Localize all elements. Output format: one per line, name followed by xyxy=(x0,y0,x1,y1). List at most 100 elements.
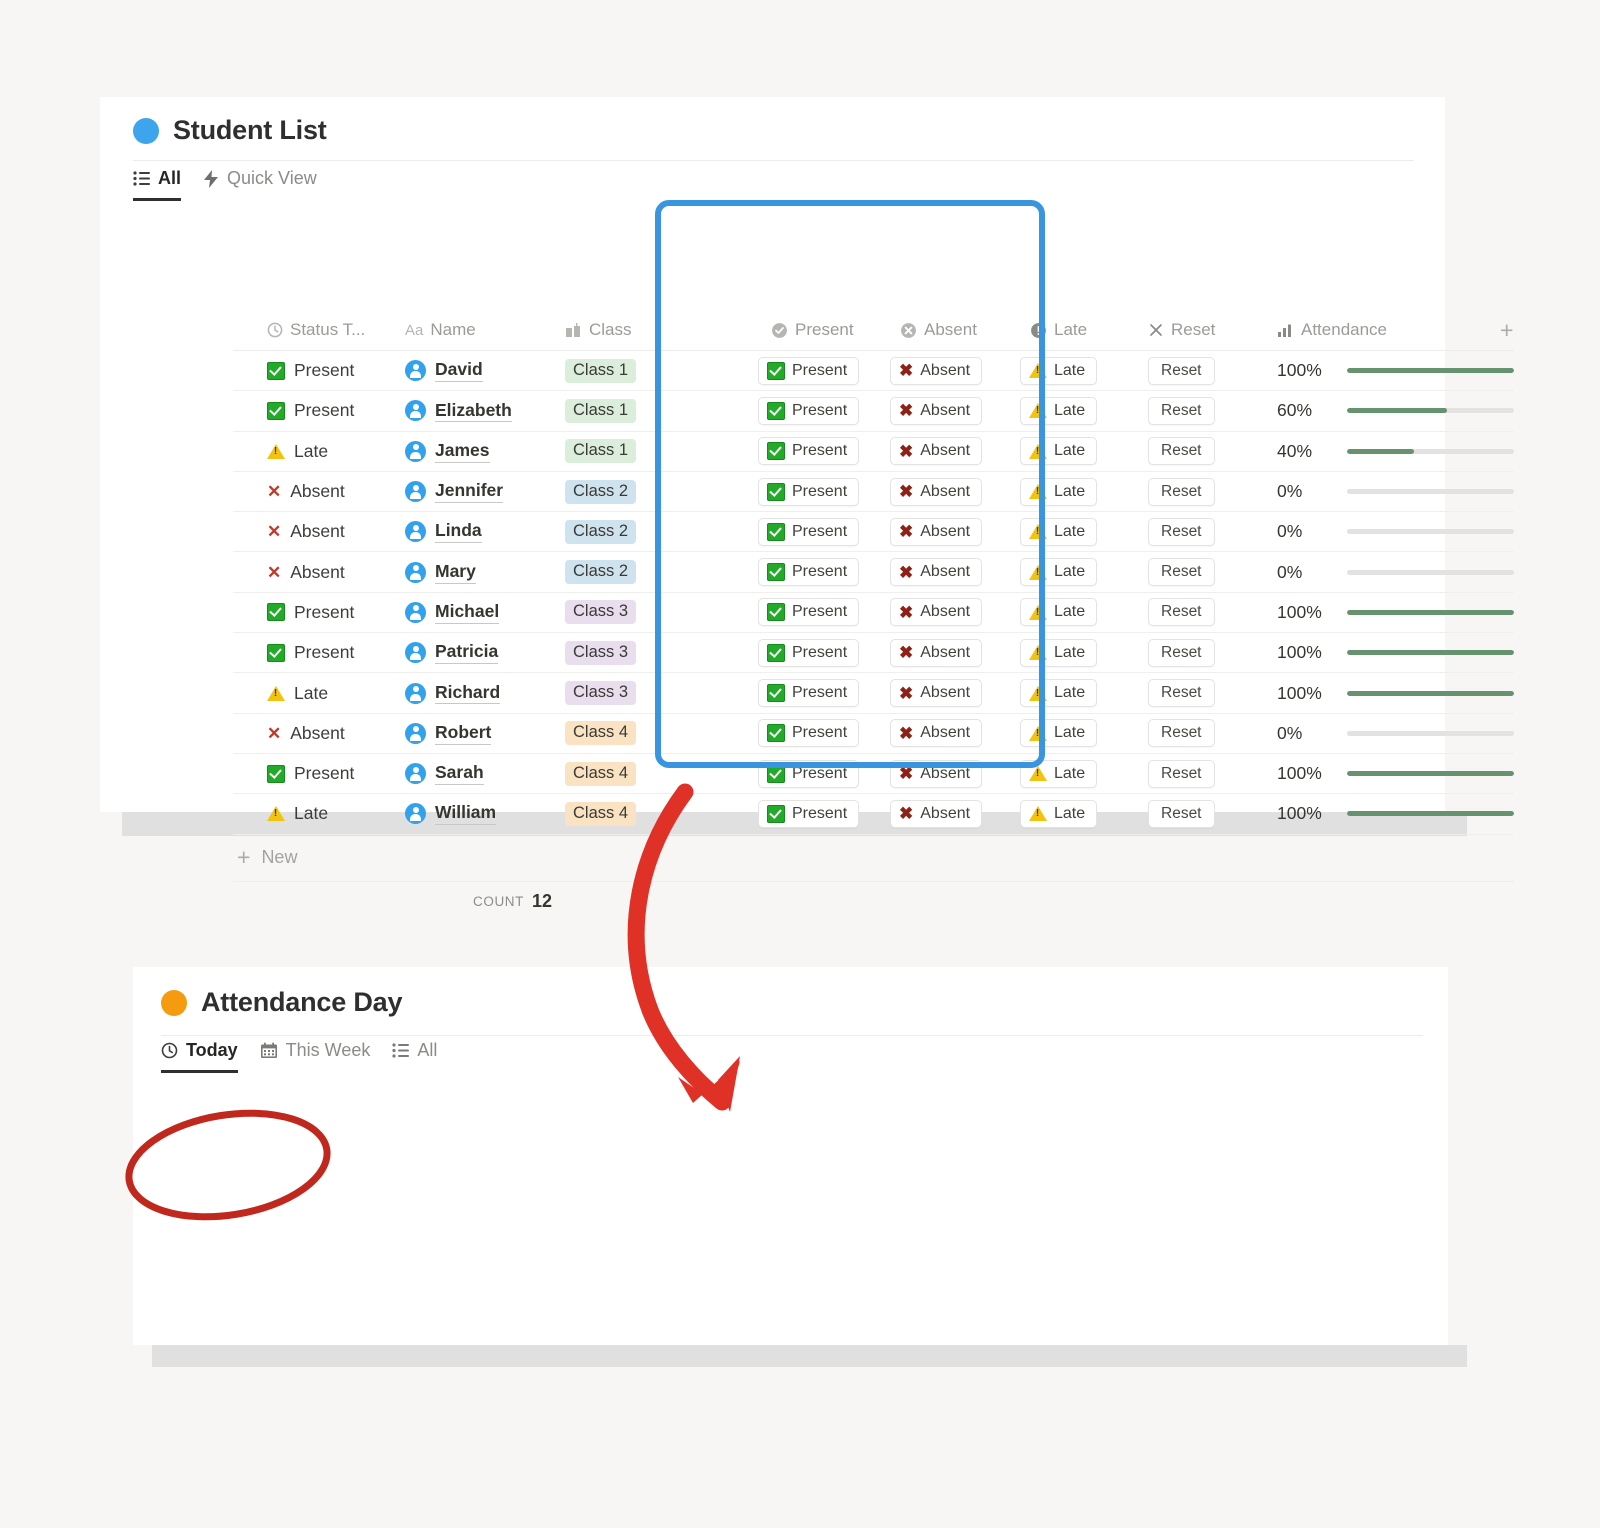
cell-name[interactable]: Jennifer xyxy=(405,471,565,513)
cell-absent-button[interactable]: ✖ Absent xyxy=(890,632,1020,674)
cell-name[interactable]: Robert xyxy=(405,713,565,754)
cell-attendance[interactable]: 100% xyxy=(1260,350,1514,392)
cell-attendance[interactable]: 0% xyxy=(1260,713,1514,754)
cell-late-button[interactable]: Late xyxy=(1020,753,1148,795)
cell-name[interactable]: Patricia xyxy=(405,632,565,674)
present-button[interactable]: Present xyxy=(758,558,860,587)
cell-late-button[interactable]: Late xyxy=(1020,390,1148,432)
cell-late-button[interactable]: Late xyxy=(1020,551,1148,593)
cell-late-button[interactable]: Late xyxy=(1020,713,1148,754)
cell-reset-button[interactable]: Reset xyxy=(1148,471,1260,513)
absent-button[interactable]: ✖ Absent xyxy=(890,679,983,708)
new-student-row-button[interactable]: + New xyxy=(233,834,1514,881)
col-header-absent[interactable]: Absent xyxy=(890,310,1020,351)
cell-name[interactable]: David xyxy=(405,350,565,392)
cell-reset-button[interactable]: Reset xyxy=(1148,672,1260,714)
absent-button[interactable]: ✖ Absent xyxy=(890,396,983,425)
cell-status[interactable]: ✕ Absent xyxy=(233,551,405,593)
cell-present-button[interactable]: Present xyxy=(758,390,890,432)
cell-late-button[interactable]: Late xyxy=(1020,431,1148,472)
late-button[interactable]: Late xyxy=(1020,396,1098,425)
cell-absent-button[interactable]: ✖ Absent xyxy=(890,753,1020,795)
cell-reset-button[interactable]: Reset xyxy=(1148,551,1260,593)
cell-class[interactable]: Class 3 xyxy=(565,632,758,674)
cell-present-button[interactable]: Present xyxy=(758,551,890,593)
present-button[interactable]: Present xyxy=(758,598,860,627)
cell-present-button[interactable]: Present xyxy=(758,471,890,513)
add-column-button[interactable]: + xyxy=(1500,319,1513,342)
cell-class[interactable]: Class 4 xyxy=(565,753,758,795)
late-button[interactable]: Late xyxy=(1020,477,1098,506)
cell-absent-button[interactable]: ✖ Absent xyxy=(890,511,1020,553)
cell-absent-button[interactable]: ✖ Absent xyxy=(890,471,1020,513)
col-header-class[interactable]: Class xyxy=(565,310,758,351)
reset-button[interactable]: Reset xyxy=(1148,437,1215,466)
cell-present-button[interactable]: Present xyxy=(758,793,890,835)
cell-name[interactable]: James xyxy=(405,431,565,472)
cell-absent-button[interactable]: ✖ Absent xyxy=(890,350,1020,392)
late-button[interactable]: Late xyxy=(1020,799,1098,828)
present-button[interactable]: Present xyxy=(758,638,860,667)
cell-status[interactable]: Present xyxy=(233,592,405,634)
col-header-reset[interactable]: Reset xyxy=(1148,310,1260,351)
reset-button[interactable]: Reset xyxy=(1148,679,1215,708)
late-button[interactable]: Late xyxy=(1020,679,1098,708)
cell-attendance[interactable]: 100% xyxy=(1260,753,1514,795)
cell-class[interactable]: Class 4 xyxy=(565,713,758,754)
reset-button[interactable]: Reset xyxy=(1148,719,1215,748)
tab-all[interactable]: All xyxy=(133,168,182,201)
cell-absent-button[interactable]: ✖ Absent xyxy=(890,431,1020,472)
present-button[interactable]: Present xyxy=(758,517,860,546)
cell-absent-button[interactable]: ✖ Absent xyxy=(890,592,1020,634)
col-header-late[interactable]: Late xyxy=(1020,310,1148,351)
present-button[interactable]: Present xyxy=(758,719,860,748)
reset-button[interactable]: Reset xyxy=(1148,396,1215,425)
cell-status[interactable]: ✕ Absent xyxy=(233,471,405,513)
cell-class[interactable]: Class 2 xyxy=(565,551,758,593)
absent-button[interactable]: ✖ Absent xyxy=(890,437,983,466)
cell-name[interactable]: Richard xyxy=(405,672,565,714)
cell-present-button[interactable]: Present xyxy=(758,632,890,674)
cell-reset-button[interactable]: Reset xyxy=(1148,713,1260,754)
cell-status[interactable]: Late xyxy=(233,672,405,714)
cell-name[interactable]: Michael xyxy=(405,592,565,634)
cell-name[interactable]: Mary xyxy=(405,551,565,593)
tab-this-week[interactable]: This Week xyxy=(260,1040,370,1073)
cell-present-button[interactable]: Present xyxy=(758,511,890,553)
cell-name[interactable]: Sarah xyxy=(405,753,565,795)
cell-reset-button[interactable]: Reset xyxy=(1148,431,1260,472)
absent-button[interactable]: ✖ Absent xyxy=(890,719,983,748)
late-button[interactable]: Late xyxy=(1020,517,1098,546)
cell-status[interactable]: Present xyxy=(233,390,405,432)
cell-late-button[interactable]: Late xyxy=(1020,350,1148,392)
reset-button[interactable]: Reset xyxy=(1148,477,1215,506)
absent-button[interactable]: ✖ Absent xyxy=(890,799,983,828)
cell-attendance[interactable]: 100% xyxy=(1260,672,1514,714)
cell-present-button[interactable]: Present xyxy=(758,592,890,634)
reset-button[interactable]: Reset xyxy=(1148,558,1215,587)
cell-present-button[interactable]: Present xyxy=(758,431,890,472)
cell-class[interactable]: Class 2 xyxy=(565,511,758,553)
cell-late-button[interactable]: Late xyxy=(1020,672,1148,714)
present-button[interactable]: Present xyxy=(758,437,860,466)
cell-name[interactable]: William xyxy=(405,793,565,835)
cell-attendance[interactable]: 0% xyxy=(1260,511,1514,553)
tab-today[interactable]: Today xyxy=(161,1040,238,1073)
present-button[interactable]: Present xyxy=(758,396,860,425)
cell-class[interactable]: Class 2 xyxy=(565,471,758,513)
reset-button[interactable]: Reset xyxy=(1148,638,1215,667)
absent-button[interactable]: ✖ Absent xyxy=(890,517,983,546)
cell-late-button[interactable]: Late xyxy=(1020,471,1148,513)
cell-reset-button[interactable]: Reset xyxy=(1148,511,1260,553)
col-header-attendance[interactable]: Attendance xyxy=(1260,310,1514,351)
cell-late-button[interactable]: Late xyxy=(1020,592,1148,634)
cell-status[interactable]: Late xyxy=(233,431,405,472)
cell-status[interactable]: Late xyxy=(233,793,405,835)
cell-name[interactable]: Linda xyxy=(405,511,565,553)
cell-reset-button[interactable]: Reset xyxy=(1148,390,1260,432)
cell-status[interactable]: ✕ Absent xyxy=(233,713,405,754)
cell-status[interactable]: Present xyxy=(233,350,405,392)
cell-present-button[interactable]: Present xyxy=(758,350,890,392)
present-button[interactable]: Present xyxy=(758,477,860,506)
reset-button[interactable]: Reset xyxy=(1148,799,1215,828)
